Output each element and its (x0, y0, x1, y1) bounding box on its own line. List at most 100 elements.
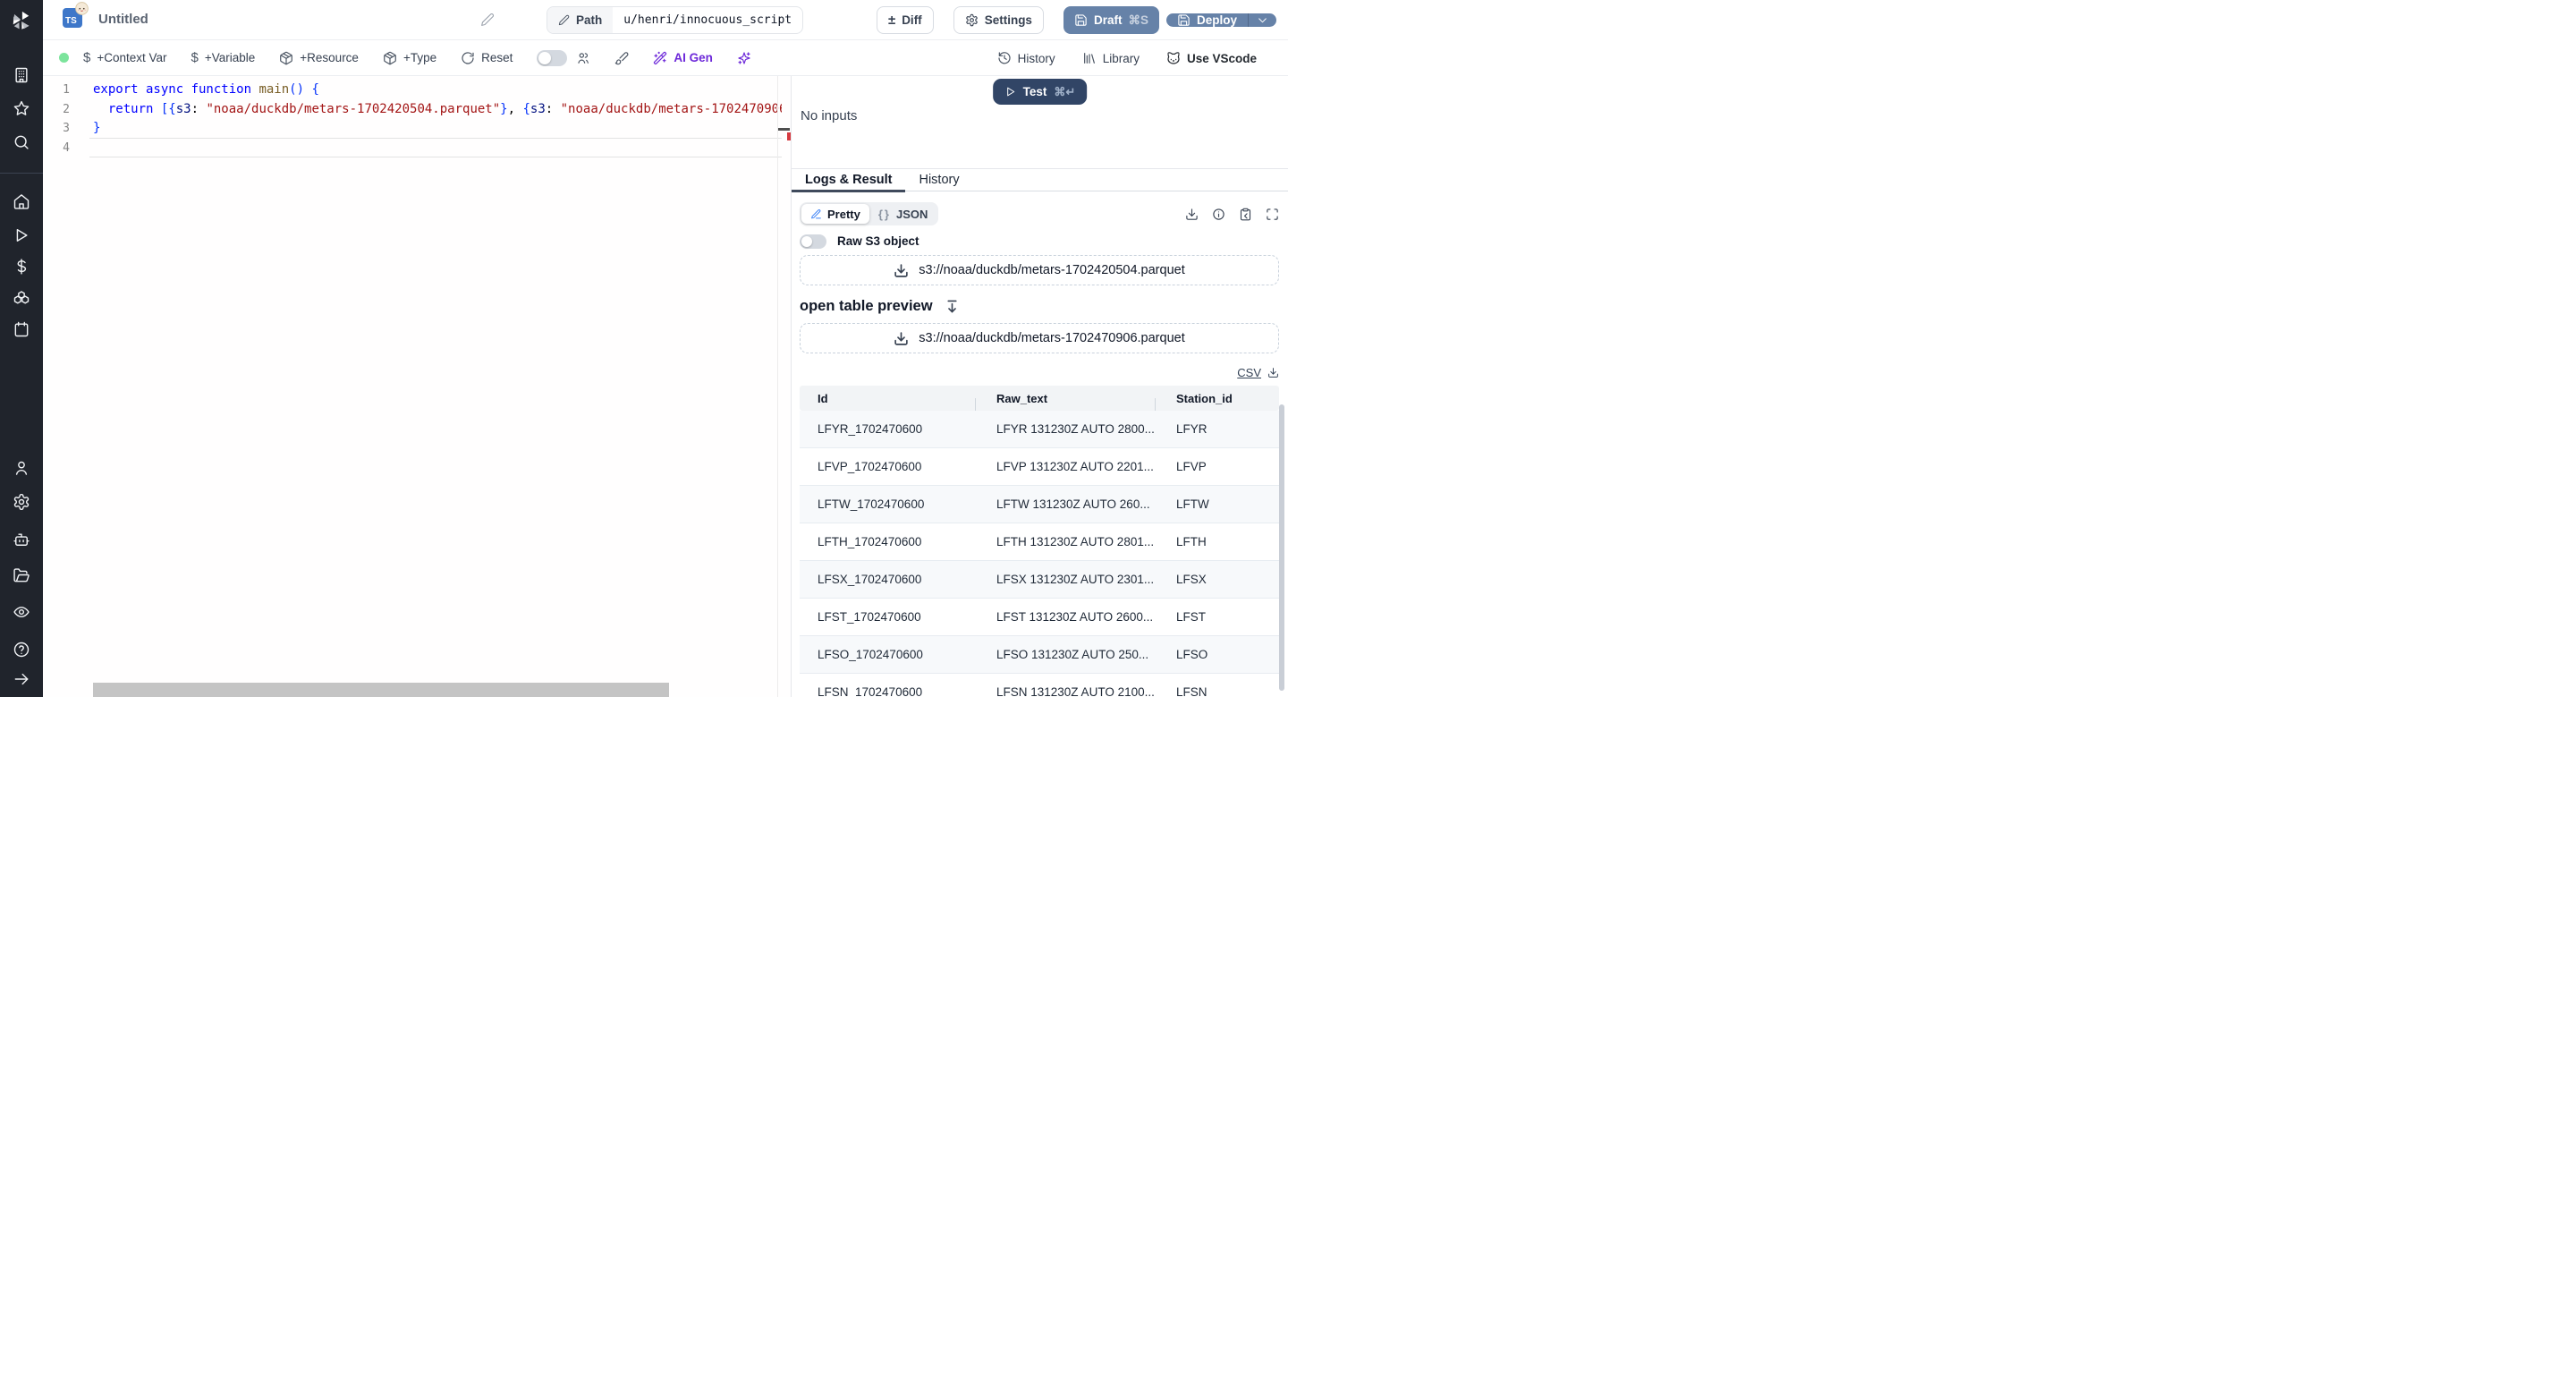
history-button[interactable]: History (997, 51, 1055, 65)
result-content: Pretty {} JSON Raw S3 object s3://noaa/d… (792, 191, 1288, 697)
search-icon[interactable] (13, 133, 30, 151)
diff-button[interactable]: ± Diff (876, 6, 934, 34)
add-resource-button[interactable]: +Resource (279, 51, 359, 65)
resources-boxes-icon[interactable] (13, 290, 30, 308)
test-shortcut: ⌘↵ (1054, 84, 1076, 98)
library-books-icon (1082, 51, 1097, 65)
schedules-calendar-icon[interactable] (13, 320, 30, 338)
home-icon[interactable] (13, 192, 30, 210)
status-dot (59, 53, 69, 63)
s3-file-download-2[interactable]: s3://noaa/duckdb/metars-1702470906.parqu… (800, 323, 1279, 353)
open-table-preview-label: open table preview (800, 297, 933, 314)
reset-button[interactable]: Reset (461, 51, 513, 65)
library-button[interactable]: Library (1082, 51, 1140, 65)
column-header-raw-text[interactable]: Raw_text (975, 392, 1158, 411)
sparkles-icon (737, 51, 751, 65)
gear-icon (965, 13, 979, 27)
download-icon[interactable] (1185, 208, 1199, 221)
table-row[interactable]: LFTW_1702470600 LFTW 131230Z AUTO 260...… (800, 486, 1279, 523)
pretty-view-button[interactable]: Pretty (801, 204, 869, 224)
table-row[interactable]: LFVP_1702470600 LFVP 131230Z AUTO 2201..… (800, 448, 1279, 486)
path-label-section: Path (547, 7, 614, 33)
add-type-button[interactable]: +Type (383, 51, 436, 65)
refresh-icon (461, 51, 475, 65)
windmill-logo[interactable] (0, 0, 43, 40)
code-content[interactable]: export async function main() { return [{… (93, 81, 782, 157)
workspace-building-icon[interactable] (13, 66, 30, 84)
users-person-icon[interactable] (13, 459, 30, 477)
s3-file-link: s3://noaa/duckdb/metars-1702470906.parqu… (919, 331, 1185, 345)
settings-button[interactable]: Settings (953, 6, 1044, 34)
table-row[interactable]: LFSN_1702470600 LFSN 131230Z AUTO 2100..… (800, 674, 1279, 697)
workers-robot-icon[interactable] (13, 531, 30, 548)
magic-wand-icon (653, 51, 667, 65)
settings-gear-icon[interactable] (13, 493, 30, 511)
users-icon (576, 51, 590, 65)
chevron-down-icon (1257, 14, 1268, 26)
add-variable-button[interactable]: $ +Variable (191, 51, 256, 64)
multiplayer-switch[interactable] (537, 49, 568, 66)
package-icon (383, 51, 397, 65)
vscode-cat-icon (1166, 51, 1181, 65)
copy-clipboard-icon[interactable] (1239, 208, 1252, 221)
help-question-icon[interactable] (13, 641, 30, 659)
raw-s3-switch[interactable] (800, 234, 826, 249)
add-context-var-button[interactable]: $ +Context Var (83, 51, 167, 64)
bun-runtime-icon (75, 2, 89, 15)
overview-ruler-cursor-marker (778, 128, 790, 131)
expand-sidebar-arrow-icon[interactable] (13, 670, 30, 688)
json-view-button[interactable]: {} JSON (869, 204, 937, 224)
edit-summary-pencil-icon[interactable] (480, 13, 495, 27)
folders-icon[interactable] (13, 566, 30, 584)
info-icon[interactable] (1212, 208, 1225, 221)
audit-eye-icon[interactable] (13, 603, 30, 621)
open-table-preview-row: open table preview (800, 296, 1279, 316)
deploy-dropdown-button[interactable] (1248, 13, 1276, 27)
path-value[interactable]: u/henri/innocuous_script (613, 7, 802, 33)
draft-button[interactable]: Draft ⌘S (1063, 6, 1159, 34)
multiplayer-users-button[interactable] (576, 51, 590, 65)
ai-sparkles-button[interactable] (737, 51, 751, 65)
raw-s3-toggle-row: Raw S3 object (800, 234, 1279, 249)
column-header-station-id[interactable]: Station_id (1155, 392, 1280, 411)
runs-play-icon[interactable] (13, 226, 30, 244)
editor-toolbar: $ +Context Var $ +Variable +Resource +Ty… (43, 40, 1288, 76)
tab-history[interactable]: History (905, 169, 972, 191)
s3-file-link: s3://noaa/duckdb/metars-1702420504.parqu… (919, 263, 1185, 277)
expand-fullscreen-icon[interactable] (1266, 208, 1279, 221)
pen-icon (810, 208, 822, 220)
ai-gen-button[interactable]: AI Gen (653, 51, 713, 65)
column-header-id[interactable]: Id (800, 392, 979, 405)
csv-download-icon[interactable] (1267, 367, 1279, 378)
arrow-down-from-line-icon[interactable] (945, 299, 960, 314)
variables-dollar-icon[interactable] (13, 258, 30, 276)
tab-logs-result[interactable]: Logs & Result (792, 169, 906, 192)
line-number: 2 (63, 102, 70, 116)
code-line-3: } (93, 121, 101, 135)
format-brush-button[interactable] (614, 51, 629, 65)
multiplayer-toggle[interactable] (537, 49, 568, 66)
s3-file-download-1[interactable]: s3://noaa/duckdb/metars-1702420504.parqu… (800, 255, 1279, 285)
raw-s3-label: Raw S3 object (837, 234, 919, 248)
download-icon (894, 331, 909, 346)
table-row[interactable]: LFSX_1702470600 LFSX 131230Z AUTO 2301..… (800, 561, 1279, 599)
package-icon (279, 51, 293, 65)
table-row[interactable]: LFTH_1702470600 LFTH 131230Z AUTO 2801..… (800, 523, 1279, 561)
no-inputs-label: No inputs (801, 108, 858, 123)
save-icon (1074, 13, 1088, 27)
table-row[interactable]: LFSO_1702470600 LFSO 131230Z AUTO 250...… (800, 636, 1279, 674)
result-tabs: Logs & Result History (792, 168, 1288, 192)
script-title: Untitled (98, 12, 148, 27)
test-button[interactable]: Test ⌘↵ (992, 79, 1088, 105)
table-row[interactable]: LFST_1702470600 LFST 131230Z AUTO 2600..… (800, 599, 1279, 636)
view-mode-switcher: Pretty {} JSON (800, 202, 939, 225)
deploy-button[interactable]: Deploy (1166, 13, 1248, 27)
table-vertical-scrollbar[interactable] (1279, 404, 1284, 691)
code-editor: 1 2 3 4 export async function main() { r… (43, 76, 791, 697)
favorites-star-icon[interactable] (13, 99, 30, 117)
use-vscode-button[interactable]: Use VScode (1166, 51, 1257, 65)
horizontal-scrollbar[interactable] (93, 683, 669, 697)
table-row[interactable]: LFYR_1702470600 LFYR 131230Z AUTO 2800..… (800, 411, 1279, 448)
path-editor[interactable]: Path u/henri/innocuous_script (547, 6, 804, 34)
csv-link[interactable]: CSV (1237, 366, 1261, 379)
